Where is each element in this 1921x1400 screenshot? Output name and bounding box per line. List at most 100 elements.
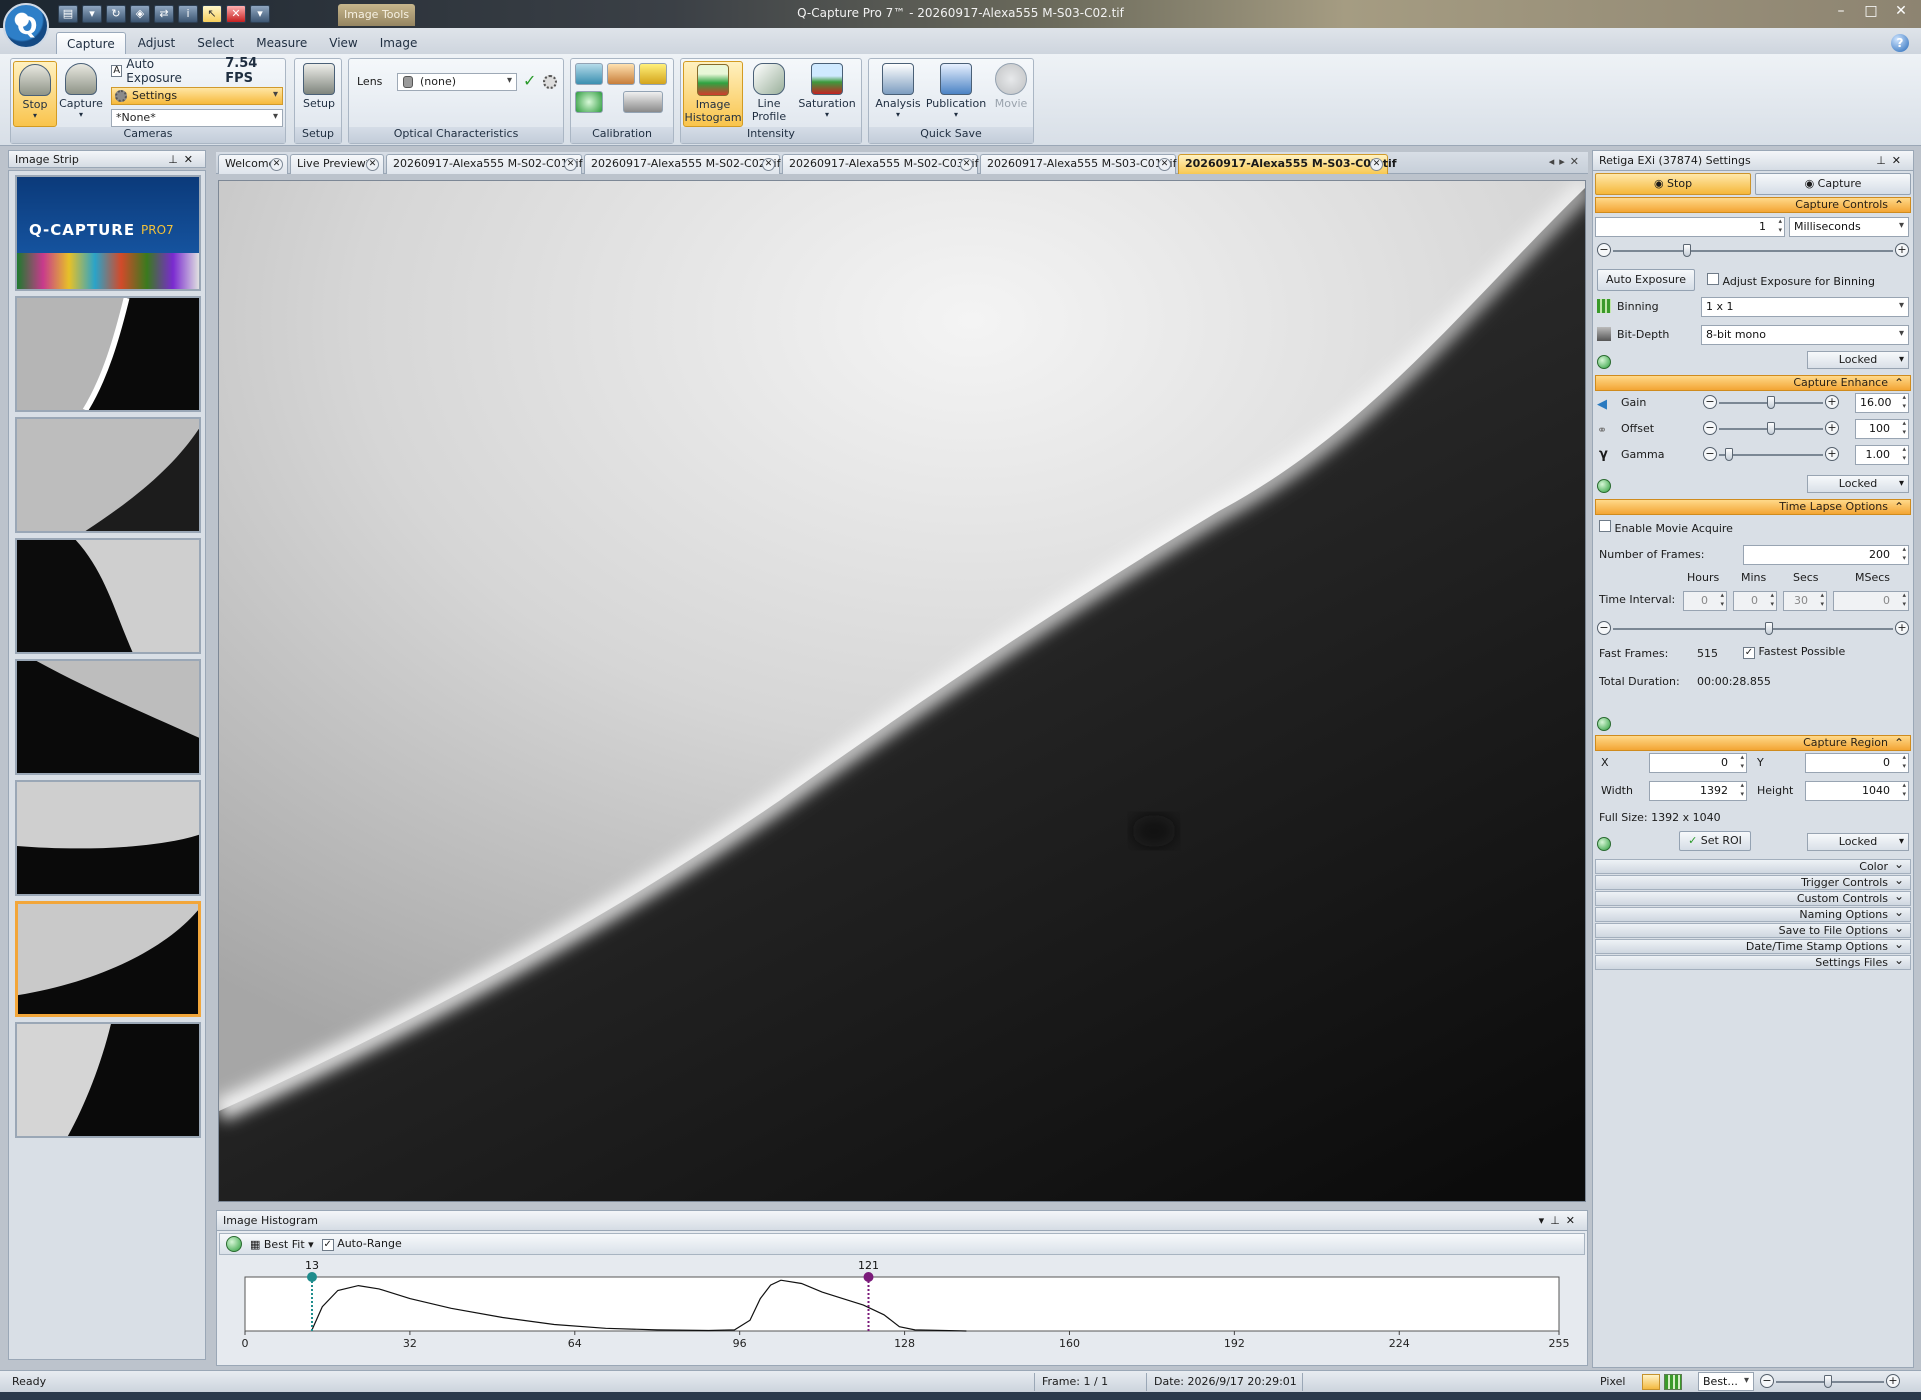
enable-movie-option[interactable]: Enable Movie Acquire	[1599, 520, 1733, 535]
preset-dropdown[interactable]: *None*	[111, 109, 283, 127]
zoom-minus-icon[interactable]: −	[1760, 1374, 1774, 1388]
auto-exposure-button[interactable]: Auto Exposure	[1597, 269, 1695, 291]
set-roi-button[interactable]: ✓ Set ROI	[1679, 831, 1751, 851]
minimize-icon[interactable]: –	[1827, 2, 1855, 22]
ribbon-tab-measure[interactable]: Measure	[246, 32, 317, 54]
ribbon-tab-adjust[interactable]: Adjust	[128, 32, 186, 54]
zoom-plus-icon[interactable]: +	[1886, 1374, 1900, 1388]
line-profile-button[interactable]: Line Profile	[747, 61, 791, 127]
auto-exposure-row[interactable]: A Auto Exposure 7.54 FPS	[111, 56, 285, 86]
doc-tab-close-icon[interactable]: ✕	[1370, 158, 1383, 171]
calibrate-spatial-icon[interactable]	[575, 63, 603, 85]
time-lapse-slider-thumb[interactable]	[1765, 622, 1773, 635]
doc-tab-close-icon[interactable]: ✕	[270, 158, 283, 171]
auto-range-checkbox[interactable]: ✓	[321, 1239, 334, 1251]
section-settings-files[interactable]: Settings Files	[1595, 954, 1911, 970]
num-frames-input[interactable]: 200	[1743, 545, 1909, 565]
best-fit-dropdown[interactable]: ▦ Best Fit ▾	[250, 1238, 314, 1251]
capture-controls-header[interactable]: Capture Controls	[1595, 197, 1911, 213]
section-custom-controls[interactable]: Custom Controls	[1595, 890, 1911, 906]
secs-input[interactable]: 30	[1783, 591, 1827, 611]
doc-tab-close-icon[interactable]: ✕	[564, 158, 577, 171]
gain-slider-thumb[interactable]	[1767, 396, 1775, 409]
gain-input[interactable]: 16.00	[1855, 393, 1909, 413]
time-lapse-slider[interactable]: − +	[1597, 621, 1909, 637]
lens-dropdown[interactable]: (none)	[397, 73, 517, 91]
capture-controls-locked-dropdown[interactable]: Locked	[1807, 351, 1909, 369]
setup-button[interactable]: Setup	[297, 61, 341, 127]
image-strip-thumbnail[interactable]	[15, 659, 201, 775]
adjust-binning-option[interactable]: Adjust Exposure for Binning	[1707, 273, 1875, 288]
exposure-input[interactable]: 1	[1595, 217, 1785, 237]
doc-tab-close-icon[interactable]: ✕	[366, 158, 379, 171]
doc-tab-close-icon[interactable]: ✕	[762, 158, 775, 171]
close-icon[interactable]: ✕	[1887, 2, 1915, 22]
saturation-button[interactable]: Saturation ▾	[795, 61, 859, 127]
section-save-to-file-options[interactable]: Save to File Options	[1595, 922, 1911, 938]
app-logo-button[interactable]: Q	[3, 3, 49, 49]
enable-movie-checkbox[interactable]	[1599, 520, 1611, 532]
offset-input[interactable]: 100	[1855, 419, 1909, 439]
image-histogram-button[interactable]: Image Histogram	[683, 61, 743, 127]
gamma-slider-thumb[interactable]	[1725, 448, 1733, 461]
image-viewer[interactable]	[218, 180, 1586, 1202]
exposure-minus-icon[interactable]: −	[1597, 243, 1611, 257]
gamma-slider[interactable]: − +	[1703, 447, 1839, 463]
doc-tab-3[interactable]: 20260917-Alexa555 M-S02-C02.tif ✕	[584, 154, 780, 174]
time-lapse-header[interactable]: Time Lapse Options	[1595, 499, 1911, 515]
offset-slider-thumb[interactable]	[1767, 422, 1775, 435]
stop-button[interactable]: Stop ▾	[13, 61, 57, 127]
lens-settings-icon[interactable]	[543, 75, 557, 89]
ribbon-tab-image[interactable]: Image	[370, 32, 428, 54]
mins-input[interactable]: 0	[1733, 591, 1777, 611]
tab-scroll-arrows-icon[interactable]: ◂▸✕	[1549, 155, 1584, 168]
zoom-dropdown[interactable]: Best...	[1698, 1372, 1754, 1391]
fastest-possible-option[interactable]: ✓ Fastest Possible	[1743, 645, 1845, 659]
publication-button[interactable]: Publication ▾	[925, 61, 987, 127]
capture-region-header[interactable]: Capture Region	[1595, 735, 1911, 751]
settings-pin-close-icon[interactable]: ⊥✕	[1876, 154, 1907, 167]
apply-check-icon[interactable]: ✓	[523, 71, 536, 90]
capture-enhance-locked-dropdown[interactable]: Locked	[1807, 475, 1909, 493]
doc-tab-0[interactable]: Welcome ✕	[218, 154, 288, 174]
doc-tab-close-icon[interactable]: ✕	[1158, 158, 1171, 171]
view-image-icon[interactable]	[1642, 1374, 1660, 1390]
zoom-slider-thumb[interactable]	[1824, 1375, 1832, 1388]
time-lapse-minus-icon[interactable]: −	[1597, 621, 1611, 635]
calibrate-refresh-icon[interactable]	[575, 91, 603, 113]
time-lapse-plus-icon[interactable]: +	[1895, 621, 1909, 635]
histogram-refresh-icon[interactable]	[226, 1236, 242, 1252]
doc-tab-4[interactable]: 20260917-Alexa555 M-S02-C03.tif ✕	[782, 154, 978, 174]
image-strip-thumbnail[interactable]	[15, 901, 201, 1017]
help-icon[interactable]: ?	[1891, 34, 1909, 52]
maximize-icon[interactable]: □	[1857, 2, 1885, 22]
section-naming-options[interactable]: Naming Options	[1595, 906, 1911, 922]
histogram-low-marker-handle[interactable]	[306, 1272, 317, 1282]
image-strip-thumbnail[interactable]	[15, 780, 201, 896]
exposure-plus-icon[interactable]: +	[1895, 243, 1909, 257]
auto-range-toggle[interactable]: ✓ Auto-Range	[321, 1237, 402, 1251]
doc-tab-1[interactable]: Live Preview* ✕	[290, 154, 384, 174]
capture-button[interactable]: Capture ▾	[59, 61, 103, 127]
offset-slider[interactable]: − +	[1703, 421, 1839, 437]
binning-dropdown[interactable]: 1 x 1	[1701, 297, 1909, 317]
msecs-input[interactable]: 0	[1833, 591, 1909, 611]
calibrate-pencil-icon[interactable]	[607, 63, 635, 85]
image-strip-thumbnail[interactable]	[15, 538, 201, 654]
section-color[interactable]: Color	[1595, 858, 1911, 874]
exposure-slider-thumb[interactable]	[1683, 244, 1691, 257]
ribbon-tab-view[interactable]: View	[319, 32, 367, 54]
width-input[interactable]: 1392	[1649, 781, 1747, 801]
gain-slider[interactable]: − +	[1703, 395, 1839, 411]
gamma-input[interactable]: 1.00	[1855, 445, 1909, 465]
histogram-panel-controls-icon[interactable]: ▾⊥✕	[1539, 1214, 1581, 1227]
doc-tab-6[interactable]: 20260917-Alexa555 M-S03-C02.tif ✕	[1178, 154, 1397, 174]
capture-controls-refresh-icon[interactable]	[1597, 355, 1611, 369]
adjust-binning-checkbox[interactable]	[1707, 273, 1719, 285]
analysis-button[interactable]: Analysis ▾	[873, 61, 923, 127]
x-input[interactable]: 0	[1649, 753, 1747, 773]
image-strip-thumbnail[interactable]	[15, 296, 201, 412]
fastest-possible-checkbox[interactable]: ✓	[1743, 647, 1755, 659]
movie-button[interactable]: Movie	[989, 61, 1033, 127]
histogram-high-marker-handle[interactable]	[863, 1272, 874, 1282]
